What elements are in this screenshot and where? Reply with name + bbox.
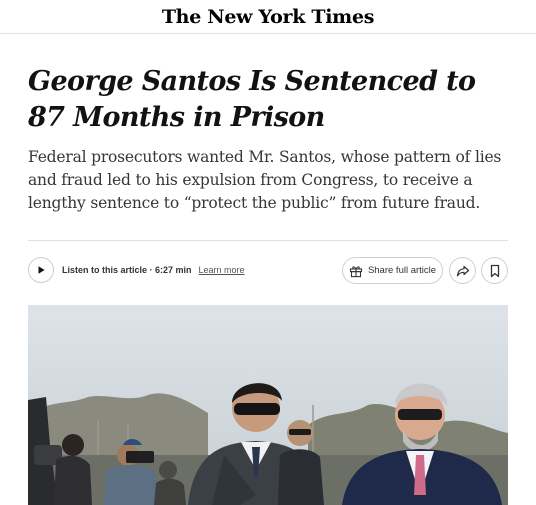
forward-arrow-icon (456, 265, 469, 276)
listen-label: Listen to this article · 6:27 min (62, 265, 192, 275)
santos-courthouse-photo (28, 305, 508, 505)
share-full-article-button[interactable]: Share full article (342, 257, 443, 284)
divider (28, 240, 508, 241)
bookmark-icon (490, 264, 499, 277)
learn-more-link[interactable]: Learn more (199, 265, 245, 275)
play-button[interactable] (28, 257, 54, 283)
article-headline: George Santos Is Sentenced to 87 Months … (28, 66, 476, 133)
nyt-logo[interactable]: The New York Times (162, 6, 375, 28)
gift-icon (349, 265, 362, 277)
article-summary: Federal prosecutors wanted Mr. Santos, w… (28, 148, 502, 212)
masthead: The New York Times (0, 0, 536, 34)
share-label: Share full article (367, 265, 437, 276)
lead-photo (28, 305, 508, 505)
bookmark-button[interactable] (481, 257, 508, 284)
forward-button[interactable] (449, 257, 476, 284)
play-icon (38, 266, 45, 274)
listen-bar: Listen to this article · 6:27 min Learn … (28, 255, 245, 285)
